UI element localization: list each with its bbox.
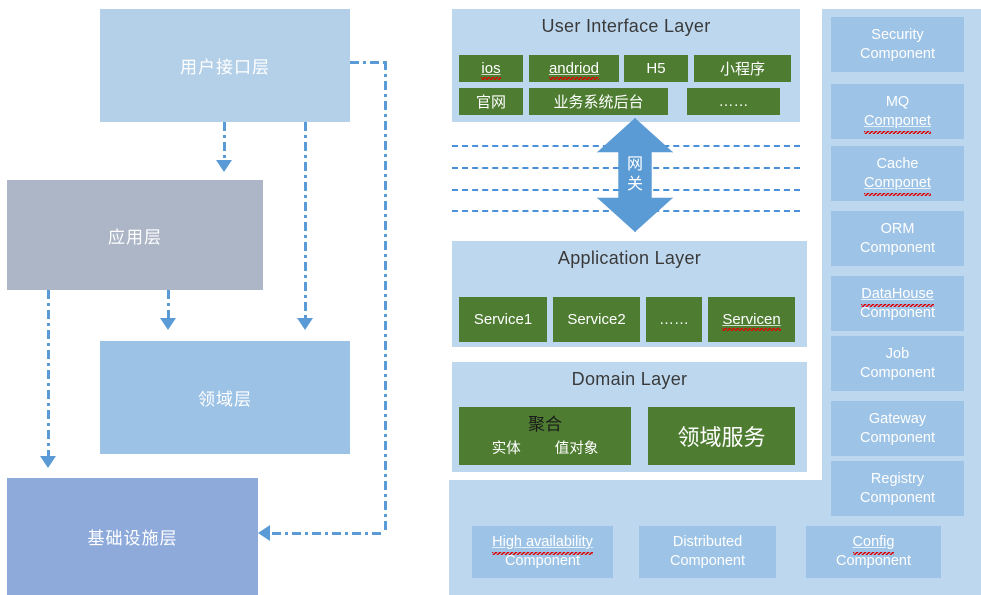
gateway-label-line1: 网	[626, 156, 643, 173]
layer-label-domain: 领域层	[198, 390, 252, 409]
infra-chip-cache-line2: Componet	[864, 174, 931, 196]
infra-chip-gateway[interactable]: Gateway Component	[831, 401, 964, 456]
infra-chip-security-line1: Security	[871, 26, 924, 43]
arrowhead-ui-to-domain	[297, 318, 313, 330]
infra-chip-registry[interactable]: Registry Component	[831, 461, 964, 516]
layer-label-user-interface: 用户接口层	[180, 58, 270, 77]
ui-chip-official-site-label: 官网	[475, 94, 506, 111]
service-chip-service2-label: Service2	[567, 311, 626, 328]
infra-chip-datahouse-line1: DataHouse	[861, 285, 934, 307]
service-chip-service1-label: Service1	[473, 311, 533, 328]
connector-app-to-infrastructure	[47, 290, 50, 458]
infra-chip-registry-line2: Component	[860, 489, 935, 506]
architecture-diagram: 用户接口层 应用层 领域层 基础设施层 User Interface Layer…	[0, 0, 981, 595]
service-chip-more-label: ……	[659, 311, 689, 328]
ui-chip-more[interactable]: ……	[687, 88, 780, 115]
ui-chip-miniprogram[interactable]: 小程序	[694, 55, 791, 82]
infra-chip-mq[interactable]: MQ Componet	[831, 84, 964, 139]
ui-chip-h5-label: H5	[646, 60, 666, 77]
domain-aggregate-value-object: 值对象	[554, 440, 599, 457]
infra-chip-orm-line2: Component	[860, 239, 935, 256]
infra-chip-distributed-line2: Component	[670, 553, 745, 569]
ui-chip-business-backend-label: 业务系统后台	[553, 94, 644, 111]
infra-chip-job-line2: Component	[860, 364, 935, 381]
ui-chip-andriod[interactable]: andriod	[529, 55, 619, 82]
ui-chip-andriod-label: andriod	[548, 60, 600, 80]
connector-ui-right-vertical	[384, 61, 387, 533]
arrowhead-ui-to-app	[216, 160, 232, 172]
infra-chip-gateway-line1: Gateway	[868, 410, 927, 427]
infra-chip-orm[interactable]: ORM Component	[831, 211, 964, 266]
infra-chip-high-availability-line1: High availability	[492, 534, 593, 555]
ui-chip-more-label: ……	[718, 93, 749, 110]
service-chip-more[interactable]: ……	[646, 297, 702, 342]
domain-aggregate-entity: 实体	[491, 440, 521, 457]
layer-box-user-interface: 用户接口层	[100, 9, 350, 122]
connector-ui-to-app	[223, 122, 226, 162]
ui-chip-official-site[interactable]: 官网	[459, 88, 523, 115]
infra-chip-cache-line1: Cache	[876, 155, 919, 172]
domain-aggregate-box[interactable]: 聚合 实体 值对象	[459, 407, 631, 465]
infra-chip-mq-line2: Componet	[864, 112, 931, 134]
infra-chip-registry-line1: Registry	[870, 470, 925, 487]
domain-service-box[interactable]: 领域服务	[648, 407, 795, 465]
ui-chip-ios[interactable]: ios	[459, 55, 523, 82]
ui-chip-h5[interactable]: H5	[624, 55, 688, 82]
panel-title-user-interface-layer: User Interface Layer	[541, 16, 711, 36]
infra-chip-config-line1: Config	[852, 534, 895, 555]
infra-chip-datahouse[interactable]: DataHouse Component	[831, 276, 964, 331]
layer-label-infrastructure: 基础设施层	[87, 529, 178, 548]
domain-aggregate-title: 聚合	[528, 414, 562, 434]
gateway-double-arrow: 网 关	[597, 118, 673, 232]
infra-chip-gateway-line2: Component	[860, 429, 935, 446]
infra-chip-job[interactable]: Job Component	[831, 336, 964, 391]
infra-chip-orm-line1: ORM	[880, 220, 915, 237]
infra-chip-distributed[interactable]: Distributed Component	[639, 526, 776, 578]
layer-label-application: 应用层	[108, 227, 162, 247]
layer-box-application: 应用层	[7, 180, 263, 290]
infra-chip-high-availability[interactable]: High availability Component	[472, 526, 613, 578]
ui-chip-miniprogram-label: 小程序	[719, 61, 765, 78]
infra-chip-security[interactable]: Security Component	[831, 17, 964, 72]
infra-chip-distributed-line1: Distributed	[672, 534, 743, 550]
service-chip-service2[interactable]: Service2	[553, 297, 640, 342]
ui-chip-business-backend[interactable]: 业务系统后台	[529, 88, 668, 115]
ui-chip-ios-label: ios	[481, 60, 501, 80]
domain-service-label: 领域服务	[677, 425, 766, 450]
arrowhead-to-infrastructure	[258, 525, 270, 541]
panel-title-domain-layer: Domain Layer	[571, 369, 688, 389]
panel-title-application-layer: Application Layer	[557, 248, 702, 268]
service-chip-service1[interactable]: Service1	[459, 297, 547, 342]
infra-chip-cache[interactable]: Cache Componet	[831, 146, 964, 201]
layer-box-domain: 领域层	[100, 341, 350, 454]
infra-chip-mq-line1: MQ	[885, 93, 910, 110]
service-chip-servicen-label: Servicen	[722, 311, 782, 331]
infra-chip-config[interactable]: Config Component	[806, 526, 941, 578]
arrowhead-app-to-domain	[160, 318, 176, 330]
infra-chip-job-line1: Job	[885, 345, 910, 362]
connector-ui-to-domain	[304, 122, 307, 322]
arrowhead-app-to-infrastructure	[40, 456, 56, 468]
service-chip-servicen[interactable]: Servicen	[708, 297, 795, 342]
connector-ui-right-segment	[350, 61, 386, 64]
infra-chip-security-line2: Component	[860, 45, 935, 62]
gateway-label-line2: 关	[626, 176, 643, 193]
layer-box-infrastructure: 基础设施层	[7, 478, 258, 595]
connector-to-infrastructure-segment	[272, 532, 385, 535]
